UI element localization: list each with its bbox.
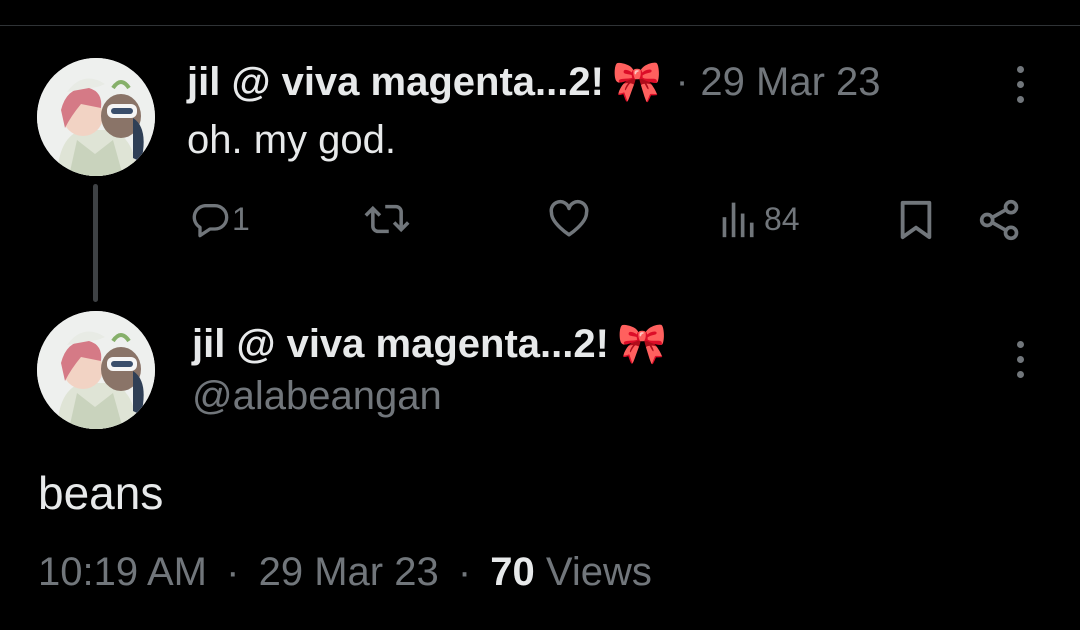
display-name[interactable]: jil @ viva magenta...2! (187, 60, 604, 105)
avatar[interactable] (37, 311, 155, 429)
tweet-text: oh. my god. (187, 118, 397, 162)
like-icon (549, 199, 589, 237)
tweet-meta: 10:19 AM · 29 Mar 23 · 70 Views (38, 550, 652, 595)
share-icon (979, 199, 1019, 241)
views-count: 84 (764, 200, 800, 237)
like-button[interactable] (548, 199, 590, 239)
separator-dot: · (457, 550, 472, 594)
ribbon-emoji: 🎀 (616, 322, 667, 366)
tweet-time[interactable]: 10:19 AM (38, 550, 207, 594)
more-icon[interactable] (1005, 62, 1035, 107)
bookmark-button[interactable] (898, 199, 934, 241)
views-icon (722, 202, 754, 238)
display-name[interactable]: jil @ viva magenta...2! (192, 322, 609, 367)
tweet-text: beans (38, 467, 164, 519)
views-count[interactable]: 70 (490, 550, 535, 594)
user-handle[interactable]: @alabeangan (192, 374, 442, 419)
tweet1-header: jil @ viva magenta...2! 🎀 · 29 Mar 23 (187, 58, 881, 106)
more-icon[interactable] (1005, 337, 1035, 382)
thread-line (93, 184, 98, 302)
reply-icon (192, 204, 229, 238)
tweet2-header: jil @ viva magenta...2! 🎀 (192, 320, 667, 368)
views-button[interactable]: 84 (720, 199, 800, 239)
top-divider (0, 25, 1080, 26)
ribbon-emoji: 🎀 (611, 60, 662, 104)
avatar[interactable] (37, 58, 155, 176)
retweet-button[interactable] (364, 199, 410, 239)
reply-button[interactable]: 1 (190, 199, 250, 239)
tweet-date[interactable]: 29 Mar 23 (700, 60, 880, 105)
separator-dot: · (675, 60, 689, 103)
bookmark-icon (900, 200, 932, 240)
share-button[interactable] (978, 199, 1022, 241)
views-label[interactable]: Views (546, 550, 652, 594)
separator-dot: · (226, 550, 240, 594)
reply-count: 1 (232, 200, 250, 237)
tweet-date[interactable]: 29 Mar 23 (259, 550, 439, 594)
retweet-icon (364, 204, 410, 234)
